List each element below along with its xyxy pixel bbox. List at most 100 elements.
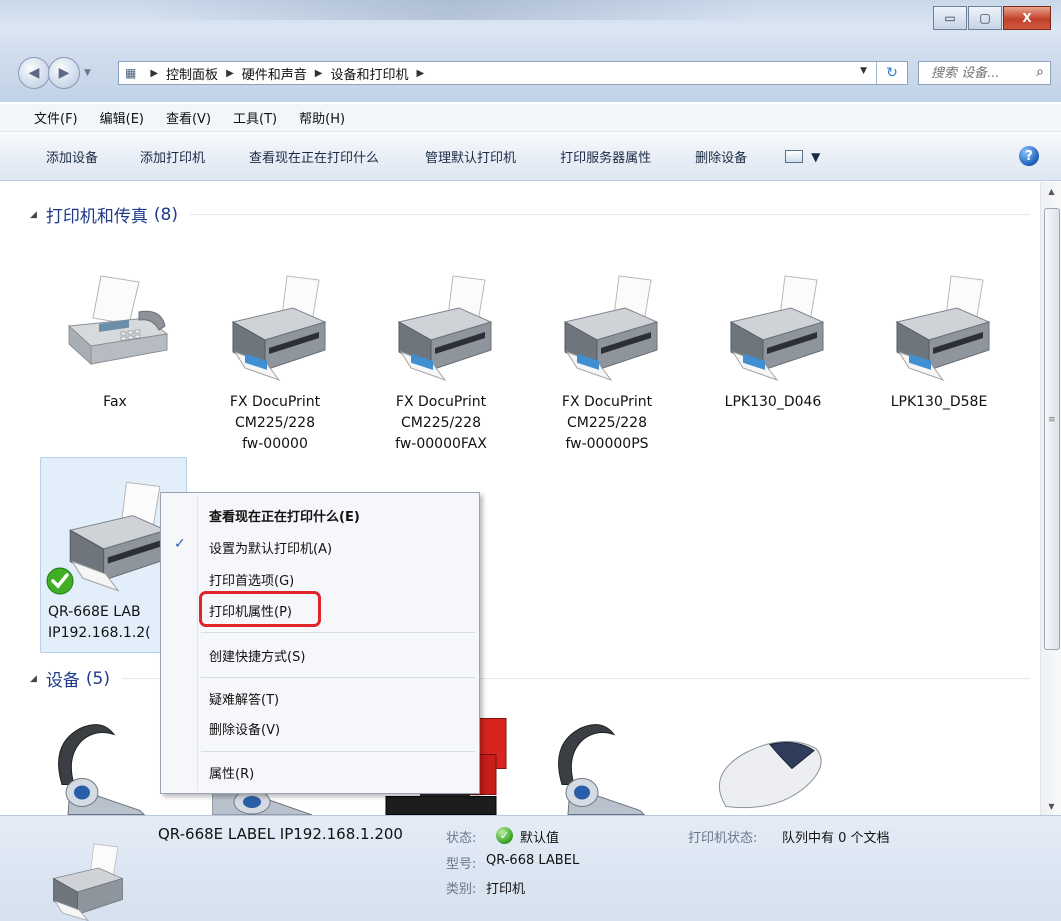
fax-icon [67,275,169,366]
headset-icon[interactable] [540,714,660,815]
scroll-thumb[interactable]: ≡ [1044,208,1060,650]
control-panel-icon: ▦ [125,66,137,80]
group-divider [190,214,1030,215]
details-pane: QR-668E LABEL IP192.168.1.200 状态: ✓ 默认值 … [0,815,1061,921]
collapse-triangle-icon[interactable]: ◢ [30,210,37,220]
device-label: QR-668E LAB IP192.168.1.2( [48,604,151,641]
print-server-properties-button[interactable]: 打印服务器属性 [560,147,651,166]
menu-item-create-shortcut[interactable]: 创建快捷方式(S) [209,646,305,665]
device-label: FX DocuPrint CM225/228 fw-00000FAX [395,394,487,452]
details-status-value: 默认值 [520,831,560,846]
device-label: LPK130_D046 [724,394,822,410]
address-history-dropdown[interactable]: ▼ [860,66,867,76]
details-device-name: QR-668E LABEL IP192.168.1.200 [158,825,403,843]
menu-item-see-whats-printing[interactable]: 查看现在正在打印什么(E) [209,506,360,525]
search-icon[interactable]: ⌕ [1036,64,1044,80]
menu-separator [201,751,475,752]
context-menu: 查看现在正在打印什么(E) ✓ 设置为默认打印机(A) 打印首选项(G) 打印机… [160,492,480,794]
device-list: ◢ 打印机和传真 (8) Fax FX DocuPrint CM225/228 … [0,182,1040,815]
device-lpk130-d046[interactable]: LPK130_D046 [698,268,848,413]
back-button[interactable]: ◀ [18,57,50,89]
checkmark-icon: ✓ [174,536,186,552]
add-device-button[interactable]: 添加设备 [46,147,98,166]
details-category-value: 打印机 [486,882,526,897]
device-fax[interactable]: Fax [40,268,190,413]
status-ok-icon: ✓ [496,827,513,844]
printer-icon [52,843,124,921]
menu-separator [201,677,475,678]
scroll-down-button[interactable]: ▼ [1041,797,1061,815]
refresh-icon: ↻ [886,65,898,81]
back-arrow-icon: ◀ [28,65,40,81]
see-whats-printing-button[interactable]: 查看现在正在打印什么 [249,147,379,166]
maximize-button[interactable]: ▢ [968,6,1002,30]
menu-item-set-default-printer[interactable]: 设置为默认打印机(A) [209,538,332,557]
device-fx-docuprint[interactable]: FX DocuPrint CM225/228 fw-00000 [200,268,350,455]
details-category-label: 类别: [446,882,477,897]
forward-button[interactable]: ▶ [48,57,80,89]
forward-arrow-icon: ▶ [58,65,70,81]
menu-item-printing-preferences[interactable]: 打印首选项(G) [209,570,294,589]
details-model-label: 型号: [446,857,477,872]
group-title: 设备 [45,671,80,691]
mouse-icon[interactable] [706,734,836,815]
help-icon[interactable]: ? [1019,146,1039,166]
breadcrumb-separator[interactable]: ▶ [226,68,234,79]
add-printer-button[interactable]: 添加打印机 [140,147,205,166]
address-bar[interactable]: ▦ ▶ 控制面板 ▶ 硬件和声音 ▶ 设备和打印机 ▶ ▼ ↻ [118,61,908,85]
device-fx-docuprint-fax[interactable]: FX DocuPrint CM225/228 fw-00000FAX [366,268,516,455]
manage-default-printers-button[interactable]: 管理默认打印机 [425,147,516,166]
command-bar: 添加设备 添加打印机 查看现在正在打印什么 管理默认打印机 打印服务器属性 删除… [0,133,1061,181]
recent-pages-dropdown[interactable]: ▼ [84,68,91,78]
group-title: 打印机和传真 [45,207,148,227]
printer-icon [895,275,991,382]
check-icon [46,567,74,595]
menu-view[interactable]: 查看(V) [166,108,211,127]
search-input[interactable] [929,64,1023,82]
close-button[interactable]: X [1003,6,1051,30]
menu-bar: 文件(F) 编辑(E) 查看(V) 工具(T) 帮助(H) [0,104,1061,132]
scroll-up-button[interactable]: ▲ [1041,182,1061,200]
vertical-scrollbar[interactable]: ▲ ≡ ▼ [1040,182,1061,815]
device-label: Fax [103,394,127,410]
collapse-triangle-icon[interactable]: ◢ [30,674,37,684]
menu-help[interactable]: 帮助(H) [299,108,345,127]
details-printer-status-label: 打印机状态: [688,831,758,846]
menu-item-troubleshoot[interactable]: 疑难解答(T) [209,689,279,708]
printer-icon [563,275,659,382]
details-printer-status-value: 队列中有 0 个文档 [782,831,890,846]
breadcrumb-separator[interactable]: ▶ [315,68,323,79]
group-count: (5) [85,668,111,689]
printer-icon [231,275,327,382]
group-header-printers[interactable]: ◢ 打印机和传真 (8) [30,202,1030,227]
menu-file[interactable]: 文件(F) [34,108,78,127]
printer-icon [397,275,493,382]
minimize-button[interactable]: ▭ [933,6,967,30]
breadcrumb-separator[interactable]: ▶ [150,68,158,79]
breadcrumb-devices-printers[interactable]: 设备和打印机 [330,64,408,83]
device-label: FX DocuPrint CM225/228 fw-00000PS [561,394,653,452]
menu-edit[interactable]: 编辑(E) [100,108,144,127]
menu-item-properties[interactable]: 属性(R) [209,763,254,782]
breadcrumb-control-panel[interactable]: 控制面板 [166,64,218,83]
device-fx-docuprint-ps[interactable]: FX DocuPrint CM225/228 fw-00000PS [532,268,682,455]
change-view-button[interactable]: ▼ [785,150,820,164]
refresh-button[interactable]: ↻ [876,62,907,84]
device-lpk130-d58e[interactable]: LPK130_D58E [864,268,1014,413]
title-bar: ▭ ▢ X ◀ ▶ ▼ ▦ ▶ 控制面板 ▶ 硬件和声音 ▶ 设备和打印机 ▶ … [0,0,1061,102]
search-box[interactable]: ⌕ [918,61,1051,85]
navigation-buttons: ◀ ▶ ▼ [18,57,91,89]
headset-icon[interactable] [40,714,160,815]
details-status-label: 状态: [446,831,477,846]
breadcrumb-separator[interactable]: ▶ [417,68,425,79]
menu-item-remove-device[interactable]: 删除设备(V) [209,719,280,738]
breadcrumb-hardware-sound[interactable]: 硬件和声音 [242,64,307,83]
menu-item-printer-properties[interactable]: 打印机属性(P) [209,601,292,620]
device-label: FX DocuPrint CM225/228 fw-00000 [229,394,321,452]
details-model-value: QR-668 LABEL [486,853,580,868]
device-label: LPK130_D58E [890,394,988,410]
menu-tools[interactable]: 工具(T) [233,108,277,127]
printer-icon [729,275,825,382]
chevron-down-icon: ▼ [811,149,821,164]
remove-device-button[interactable]: 删除设备 [695,147,747,166]
